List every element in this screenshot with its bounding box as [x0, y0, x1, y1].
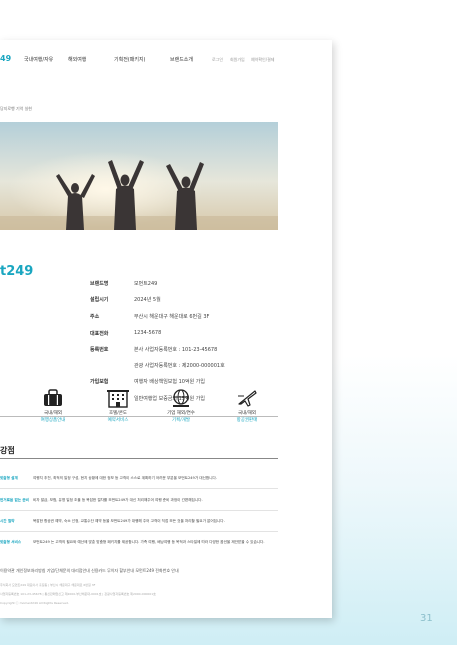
globe-icon	[173, 389, 189, 407]
service-sublabel: 여행상품안내	[40, 418, 66, 423]
service-corporate[interactable]: 기업 해외/연수 기획/개발	[156, 388, 206, 423]
info-label-phone: 대표전화	[90, 331, 109, 337]
service-hotel[interactable]: 호텔/콘도 예약서비스	[93, 388, 143, 423]
hero-image	[0, 122, 278, 230]
nav-item-package[interactable]: 기획전(패키지)	[114, 56, 146, 63]
brand-name: t249	[0, 264, 34, 279]
logo[interactable]: 49	[0, 54, 11, 63]
row-divider	[0, 510, 278, 511]
footer-links[interactable]: 이용약관 개인정보처리방침 기업/단체문의 대리점안내 신용카드 무이자 할부안…	[0, 568, 179, 574]
info-value-founded: 2024년 5월	[134, 297, 161, 303]
service-label: 기업 해외/연수	[167, 411, 195, 416]
breadcrumb: 당지로행 기억 실현	[0, 106, 32, 111]
luggage-icon	[44, 389, 62, 406]
strengths-divider	[0, 458, 278, 459]
strength-text: 비자 발급, 보험, 유명 일정 조율 등 복잡한 절차를 모먼트249가 대신…	[33, 498, 203, 502]
footer-line: 사업자등록번호 101-23-45678 | 통신판매업신고 제2000-부산해…	[0, 592, 156, 596]
hotel-icon	[107, 390, 129, 408]
strength-key: 번거로움 없는 준비	[0, 498, 29, 502]
hero-people-silhouette	[0, 122, 278, 230]
info-value-phone: 1234-5678	[134, 330, 162, 336]
info-value-registration-1: 본사 사업자등록번호 : 101-23-45678	[134, 347, 218, 353]
info-value-insurance-1: 여행자 배상책임보험 10억원 가입	[134, 379, 205, 385]
service-label: 국내/해외	[43, 411, 63, 416]
info-value-address: 부산시 해운대구 해운대로 6번길 3F	[134, 314, 210, 320]
nav-item-brand[interactable]: 브랜드소개	[170, 56, 193, 63]
info-label-address: 주소	[90, 314, 100, 320]
airplane-icon	[238, 390, 257, 407]
service-sublabel: 예약서비스	[107, 418, 129, 423]
service-travel-products[interactable]: 국내/해외 여행상품안내	[28, 388, 78, 423]
info-label-brand: 브랜드명	[90, 281, 109, 287]
strength-key: 시간 절약	[0, 519, 15, 523]
info-label-registration: 등록번호	[90, 347, 109, 353]
nav-item-overseas[interactable]: 해외여행	[68, 56, 86, 63]
top-navigation: 49 국내여행/자유 해외여행 기획전(패키지) 브랜드소개 로그인 회원가입 …	[0, 40, 332, 78]
signup-link[interactable]: 회원가입	[230, 57, 245, 63]
strength-text: 여행지 추천, 최적의 일정 구성, 현지 상황에 대한 정보 등 고객이 스스…	[33, 476, 217, 480]
row-divider	[0, 488, 278, 489]
reservation-link[interactable]: 예약확인/결제	[251, 57, 274, 63]
strength-text: 모먼트249 는 고객의 필요와 예산에 맞춘 맞춤형 패키지를 제공합니다. …	[33, 540, 265, 544]
service-sublabel: 기획/개발	[171, 418, 191, 423]
info-value-registration-2: 관광 사업자등록번호 : 제2000-000001호	[134, 363, 225, 369]
strength-key: 맞춤형 서비스	[0, 540, 22, 544]
service-sublabel: 항공권판매	[236, 418, 258, 423]
strength-key: 맞춤형 설계	[0, 476, 18, 480]
row-divider	[0, 531, 278, 532]
login-link[interactable]: 로그인	[212, 57, 223, 63]
nav-item-domestic[interactable]: 국내여행/자유	[24, 56, 53, 63]
strengths-title: 강점	[0, 446, 15, 455]
footer-line: 주식회사 모먼트249 대표이사 홍길동 | 부산시 해운대구 해운대로 6번길…	[0, 583, 96, 587]
strength-text: 복잡한 항공권 예약, 숙소 선정, 교통수단 예약 등을 모먼트249가 대행…	[33, 519, 225, 523]
service-airline[interactable]: 국내/해외 항공권판매	[222, 388, 272, 423]
document-page: 49 국내여행/자유 해외여행 기획전(패키지) 브랜드소개 로그인 회원가입 …	[0, 40, 332, 618]
service-label: 국내/해외	[237, 411, 257, 416]
service-label: 호텔/콘도	[108, 411, 128, 416]
info-label-founded: 설립시기	[90, 297, 109, 303]
page-number: 31	[420, 613, 433, 624]
info-value-brand: 모먼트249	[134, 281, 158, 287]
footer-copyright: Copyright ⓒ moment249 All Rights Reserve…	[0, 601, 69, 605]
info-label-insurance: 가입보험	[90, 379, 109, 385]
